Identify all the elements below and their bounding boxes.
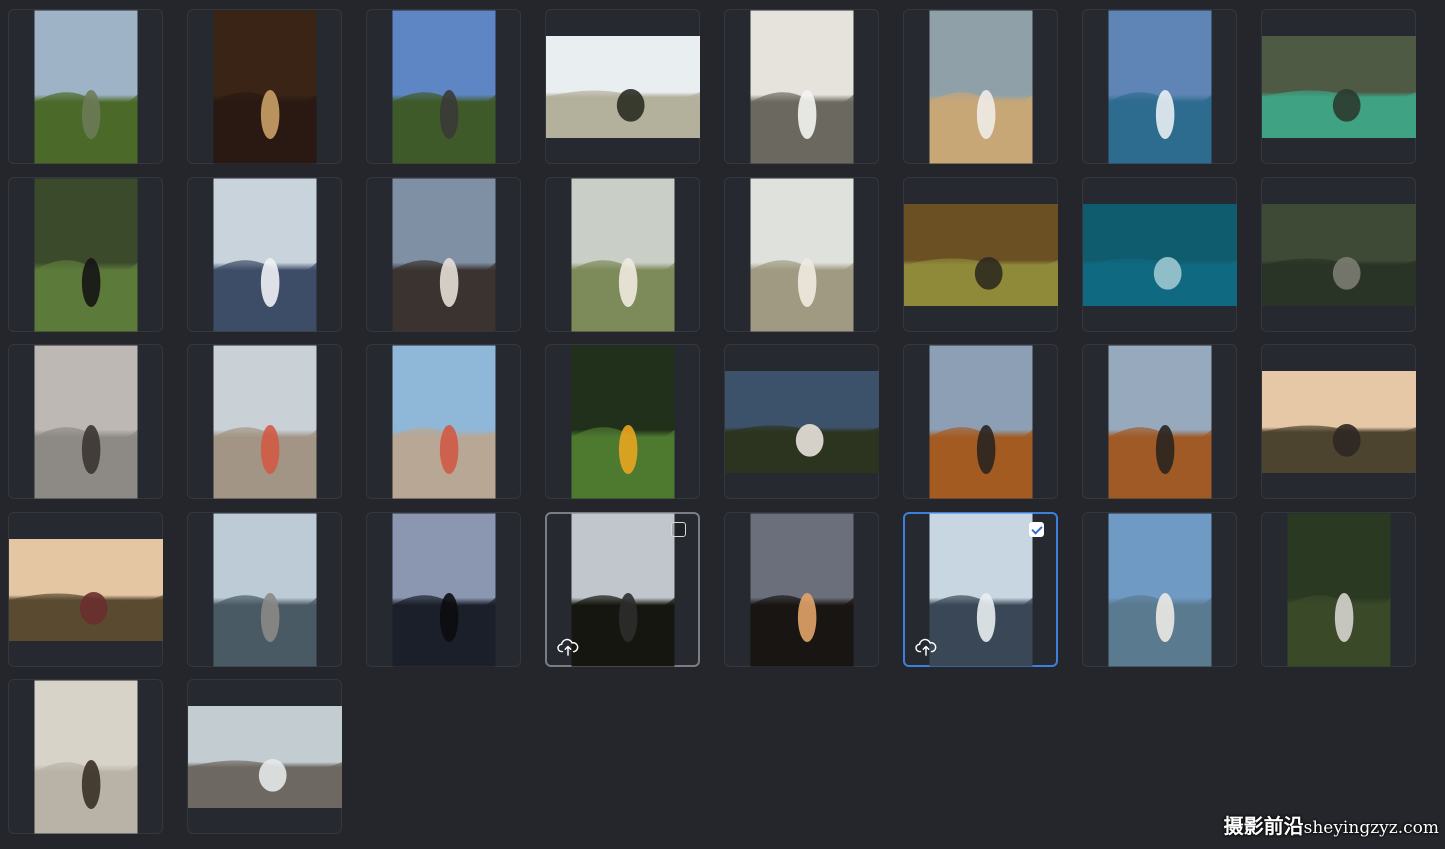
photo-tile[interactable] [724, 9, 879, 164]
lake-boat-2-photo [750, 178, 853, 331]
photo-tile[interactable] [545, 344, 700, 499]
lake-rocks-photo [213, 513, 316, 666]
cloud-upload-icon[interactable] [915, 637, 937, 657]
photo-tile[interactable] [366, 344, 521, 499]
photo-tile[interactable] [724, 177, 879, 332]
photo-tile[interactable] [1082, 177, 1237, 332]
photo-grid [0, 0, 1445, 849]
watermark: 摄影前沿sheyingzyz.com [1224, 810, 1439, 839]
puffin-photo [34, 178, 137, 331]
photo-tile[interactable] [545, 9, 700, 164]
watermark-en: sheyingzyz.com [1303, 818, 1439, 838]
photo-tile[interactable] [903, 344, 1058, 499]
photo-tile[interactable] [8, 177, 163, 332]
hammock-photo [1287, 513, 1390, 666]
elephant-photo [392, 10, 495, 163]
ocean-aerial-photo [1082, 203, 1237, 306]
barcelona-street-photo [213, 345, 316, 498]
photo-tile[interactable] [366, 177, 521, 332]
barcelona-street-2-photo [392, 345, 495, 498]
photo-tile[interactable] [1261, 177, 1416, 332]
photo-tile[interactable] [545, 177, 700, 332]
photo-tile[interactable] [187, 512, 342, 667]
photo-tile[interactable] [8, 9, 163, 164]
checked-checkbox[interactable] [1029, 522, 1044, 537]
mountain-reflection-photo [571, 513, 674, 666]
bride-veil-photo [750, 10, 853, 163]
photo-tile[interactable] [8, 512, 163, 667]
cloud-upload-icon[interactable] [557, 637, 579, 657]
photo-tile[interactable] [903, 177, 1058, 332]
tuscany-wall-photo [929, 345, 1032, 498]
photo-tile[interactable] [8, 344, 163, 499]
sunset-gazebo-photo [750, 513, 853, 666]
photo-tile[interactable] [366, 9, 521, 164]
tuscany-wall-2-photo [1108, 345, 1211, 498]
photo-tile[interactable] [1261, 512, 1416, 667]
waterfall-canyon-photo [187, 705, 342, 808]
photo-tile[interactable] [1082, 344, 1237, 499]
aerial-coast-photo [1261, 35, 1416, 138]
photo-tile[interactable] [187, 177, 342, 332]
lake-boat-photo [571, 178, 674, 331]
snow-mountain-photo [213, 178, 316, 331]
photo-tile[interactable] [187, 679, 342, 834]
tuscany-hills-photo [1261, 370, 1416, 473]
watermark-cn: 摄影前沿 [1223, 814, 1304, 838]
photo-tile[interactable] [545, 512, 700, 667]
photo-tile[interactable] [8, 679, 163, 834]
snowy-forest-photo [929, 513, 1032, 666]
sea-woman-photo [1108, 513, 1211, 666]
photo-tile[interactable] [724, 512, 879, 667]
silhouette-lake-photo [392, 513, 495, 666]
boat-wake-photo [1108, 10, 1211, 163]
beach-girl-photo [929, 10, 1032, 163]
bear-field-photo [903, 203, 1058, 306]
photo-tile[interactable] [187, 344, 342, 499]
jungle-lodge-photo [213, 10, 316, 163]
misty-sea-photo [34, 345, 137, 498]
forest-road-photo [1261, 203, 1416, 306]
wedding-car-photo [545, 35, 700, 138]
picnic-photo [571, 345, 674, 498]
photo-tile[interactable] [187, 9, 342, 164]
select-checkbox[interactable] [671, 522, 686, 537]
photo-tile[interactable] [1082, 9, 1237, 164]
photo-tile[interactable] [903, 512, 1058, 667]
photo-tile[interactable] [1261, 344, 1416, 499]
photo-tile[interactable] [1261, 9, 1416, 164]
tuscany-camera-photo [8, 538, 163, 641]
mountain-bay-photo [34, 10, 137, 163]
photo-tile[interactable] [1082, 512, 1237, 667]
photo-tile[interactable] [724, 344, 879, 499]
book-guide-photo [34, 680, 137, 833]
photo-tile[interactable] [366, 512, 521, 667]
grass-dress-photo [724, 370, 879, 473]
surf-girl-photo [392, 178, 495, 331]
photo-tile[interactable] [903, 9, 1058, 164]
